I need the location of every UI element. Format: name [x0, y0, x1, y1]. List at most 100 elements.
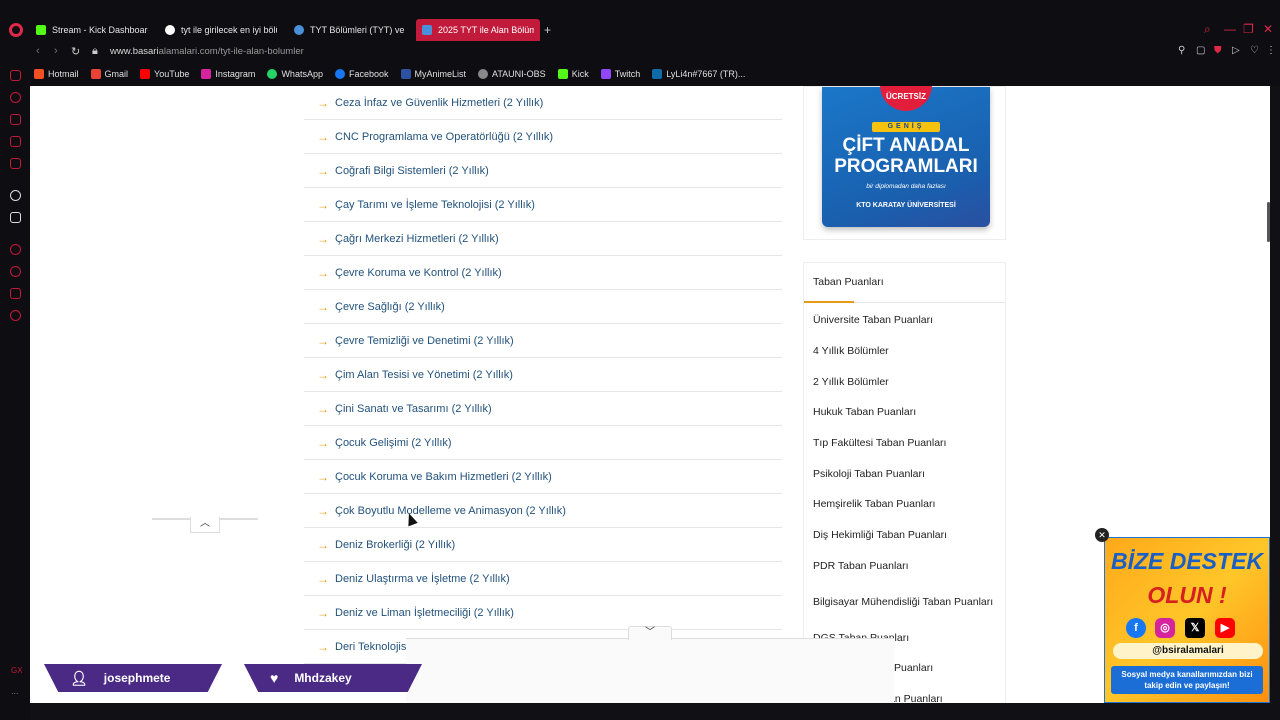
tab-google-search[interactable]: tyt ile girilecek en iyi bölü — [159, 19, 283, 41]
bookmark-kick[interactable]: Kick — [557, 69, 589, 79]
bookmark-lyli4n[interactable]: LyLi4n#7667 (TR)... — [652, 69, 745, 79]
shield-icon[interactable]: ⛊ — [1214, 45, 1222, 56]
department-link[interactable]: → Çay Tarımı ve İşleme Teknolojisi (2 Yıl… — [304, 188, 782, 222]
support-overlay: ✕ BİZE DESTEK OLUN ! f ◎ 𝕏 ▶ @bsiralamal… — [1095, 528, 1270, 703]
taban-link[interactable]: 4 Yıllık Bölümler — [804, 336, 1005, 367]
bookmark-label: Hotmail — [48, 69, 79, 79]
x-sidebar-icon[interactable] — [10, 212, 21, 223]
department-link[interactable]: → Çevre Koruma ve Kontrol (2 Yıllık) — [304, 256, 782, 290]
more-icon[interactable]: ... — [11, 686, 19, 696]
close-window-icon[interactable]: ✕ — [1263, 22, 1273, 36]
player-sidebar-icon[interactable] — [10, 244, 21, 255]
forward-icon[interactable]: › — [54, 45, 58, 57]
department-label: Çağrı Merkezi Hizmetleri (2 Yıllık) — [335, 232, 499, 245]
taban-link[interactable]: Diş Hekimliği Taban Puanları — [804, 520, 1005, 551]
minimize-icon[interactable]: — — [1224, 22, 1236, 36]
department-link[interactable]: → Deniz Ulaştırma ve İşletme (2 Yıllık) — [304, 562, 782, 596]
league-icon — [652, 69, 663, 79]
department-link[interactable]: → Ceza İnfaz ve Güvenlik Hizmetleri (2 Yı… — [304, 86, 782, 120]
instagram-icon: ◎ — [1155, 618, 1175, 638]
music-sidebar-icon[interactable] — [10, 158, 21, 169]
scrollbar-thumb[interactable] — [1267, 202, 1270, 242]
restore-icon[interactable]: ❐ — [1243, 22, 1254, 36]
department-link[interactable]: → Coğrafi Bilgi Sistemleri (2 Yıllık) — [304, 154, 782, 188]
play-icon[interactable]: ▷ — [1232, 45, 1240, 56]
url-path: alamalari.com/tyt-ile-alan-bolumler — [158, 46, 304, 57]
bookmark-facebook[interactable]: Facebook — [334, 69, 389, 79]
bookmark-whatsapp[interactable]: WhatsApp — [267, 69, 323, 79]
department-label: Deniz ve Liman İşletmeciliği (2 Yıllık) — [335, 606, 514, 619]
department-link[interactable]: → CNC Programlama ve Operatörlüğü (2 Yıll… — [304, 120, 782, 154]
bookmark-atauni-obs[interactable]: ATAUNI-OBS — [478, 69, 546, 79]
reload-icon[interactable]: ↻ — [71, 45, 80, 58]
taban-link[interactable]: 2 Yıllık Bölümler — [804, 366, 1005, 397]
taban-link[interactable]: PDR Taban Puanları — [804, 551, 1005, 582]
department-label: Coğrafi Bilgi Sistemleri (2 Yıllık) — [335, 164, 489, 177]
department-link[interactable]: → Çevre Sağlığı (2 Yıllık) — [304, 290, 782, 324]
snapshot-icon[interactable]: ▢ — [1196, 45, 1205, 56]
search-icon[interactable]: ⌕ — [1204, 22, 1211, 37]
tab-kick-dashboard[interactable]: Stream - Kick Dashboard — [30, 19, 154, 41]
arrow-right-icon: → — [317, 265, 329, 280]
department-label: Deniz Ulaştırma ve İşletme (2 Yıllık) — [335, 572, 510, 585]
department-link[interactable]: → Çevre Temizliği ve Denetimi (2 Yıllık) — [304, 324, 782, 358]
taban-link[interactable]: Hemşirelik Taban Puanları — [804, 489, 1005, 520]
bag-sidebar-icon[interactable] — [10, 114, 21, 125]
chevron-down-icon[interactable]: ﹀ — [628, 626, 672, 640]
department-label: Çevre Koruma ve Kontrol (2 Yıllık) — [335, 266, 502, 279]
url-field[interactable]: www.basarialamalari.com/tyt-ile-alan-bol… — [110, 46, 304, 57]
ad-university: KTO KARATAY ÜNİVERSİTESİ — [856, 202, 956, 209]
bookmark-twitch[interactable]: Twitch — [600, 69, 640, 79]
department-link[interactable]: → Çocuk Gelişimi (2 Yıllık) — [304, 426, 782, 460]
taban-link[interactable]: Psikoloji Taban Puanları — [804, 458, 1005, 489]
taban-link[interactable]: Tıp Fakültesi Taban Puanları — [804, 428, 1005, 459]
opera-logo-icon[interactable] — [9, 23, 23, 37]
chevron-up-icon[interactable]: ︿ — [190, 517, 220, 533]
arrow-right-icon: → — [317, 639, 329, 654]
department-label: Çevre Temizliği ve Denetimi (2 Yıllık) — [335, 334, 514, 347]
taban-link[interactable]: Üniversite Taban Puanları — [804, 305, 1005, 336]
heart-icon[interactable]: ♡ — [1250, 45, 1259, 56]
department-link[interactable]: → Çini Sanatı ve Tasarımı (2 Yıllık) — [304, 392, 782, 426]
tab-tyt-bolumleri[interactable]: TYT Bölümleri (TYT) ve T — [288, 19, 412, 41]
bookmark-youtube[interactable]: YouTube — [140, 69, 189, 79]
department-link[interactable]: → Çok Boyutlu Modelleme ve Animasyon (2 Y… — [304, 494, 782, 528]
chatgpt-sidebar-icon[interactable] — [10, 190, 21, 201]
viewer-name: josephmete — [103, 671, 171, 685]
arrow-right-icon: → — [317, 605, 329, 620]
close-icon[interactable]: ✕ — [1095, 528, 1109, 542]
bookmark-myanimelist[interactable]: MyAnimeList — [400, 69, 466, 79]
department-link[interactable]: → Çim Alan Tesisi ve Yönetimi (2 Yıllık) — [304, 358, 782, 392]
facebook-icon — [334, 69, 345, 79]
department-link[interactable]: → Deniz ve Liman İşletmeciliği (2 Yıllık) — [304, 596, 782, 630]
bookmark-instagram[interactable]: Instagram — [201, 69, 255, 79]
extensions-sidebar-icon[interactable] — [10, 288, 21, 299]
url-domain: www.basari — [110, 46, 159, 57]
bookmark-hotmail[interactable]: Hotmail — [34, 69, 79, 79]
department-link[interactable]: → Çocuk Koruma ve Bakım Hizmetleri (2 Yıl… — [304, 460, 782, 494]
taban-link[interactable]: Hukuk Taban Puanları — [804, 397, 1005, 428]
arrow-right-icon: → — [317, 367, 329, 382]
ad-ribbon: GENİŞ — [872, 122, 940, 132]
taban-puanlari-widget: Taban Puanları Üniversite Taban Puanları… — [803, 262, 1006, 703]
back-icon[interactable]: ‹ — [36, 45, 40, 57]
tab-title: Stream - Kick Dashboard — [52, 25, 148, 35]
bookmark-gmail[interactable]: Gmail — [90, 69, 128, 79]
ad-banner[interactable]: ÜCRETSİZ GENİŞ ÇİFT ANADAL PROGRAMLARI bi… — [822, 86, 990, 227]
department-link[interactable]: → Deniz Brokerliği (2 Yıllık) — [304, 528, 782, 562]
pin-icon[interactable]: ⚲ — [1178, 45, 1185, 56]
twitch-sidebar-icon[interactable] — [10, 70, 21, 81]
department-link[interactable]: → Çağrı Merkezi Hizmetleri (2 Yıllık) — [304, 222, 782, 256]
gaming-sidebar-icon[interactable] — [10, 136, 21, 147]
taban-link[interactable]: Bilgisayar Mühendisliği Taban Puanları — [804, 581, 1005, 622]
department-label: Çok Boyutlu Modelleme ve Animasyon (2 Yı… — [335, 504, 566, 517]
arrow-right-icon: → — [317, 469, 329, 484]
menu-icon[interactable]: ⋮ — [1266, 45, 1276, 56]
refresh-sidebar-icon[interactable] — [10, 92, 21, 103]
settings-sidebar-icon[interactable] — [10, 310, 21, 321]
new-tab-plus-icon[interactable]: + — [544, 23, 551, 37]
bookmark-label: Kick — [571, 69, 589, 79]
tab-2025-tyt-alan[interactable]: 2025 TYT ile Alan Bölümle — [416, 19, 540, 41]
collapse-bar: ︿ — [152, 517, 258, 533]
history-sidebar-icon[interactable] — [10, 266, 21, 277]
